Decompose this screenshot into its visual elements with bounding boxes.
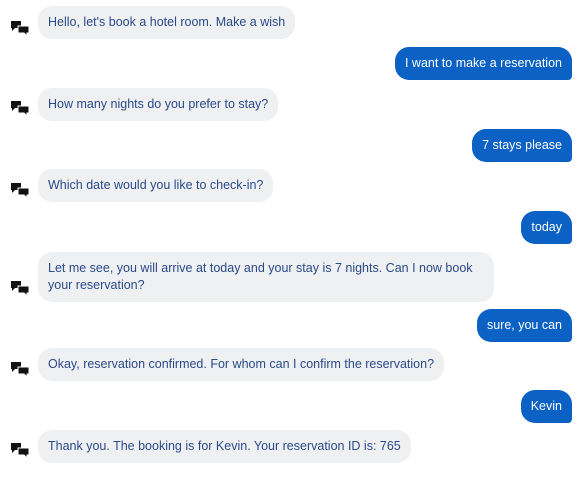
chat-bubbles-icon bbox=[10, 100, 30, 116]
chat-bubbles-icon bbox=[10, 361, 30, 377]
bot-message: Let me see, you will arrive at today and… bbox=[38, 252, 494, 302]
bot-message: Hello, let's book a hotel room. Make a w… bbox=[38, 6, 296, 39]
bot-message: Which date would you like to check-in? bbox=[38, 169, 274, 202]
chat-bubbles-icon bbox=[10, 280, 30, 296]
user-message: 7 stays please bbox=[472, 129, 572, 162]
chat-bubbles-icon bbox=[10, 442, 30, 458]
bot-message: How many nights do you prefer to stay? bbox=[38, 88, 279, 121]
bot-message: Okay, reservation confirmed. For whom ca… bbox=[38, 348, 445, 381]
chat-bubbles-icon bbox=[10, 182, 30, 198]
chat-transcript: Hello, let's book a hotel room. Make a w… bbox=[0, 0, 580, 500]
user-message: sure, you can bbox=[476, 309, 572, 342]
bot-message: Thank you. The booking is for Kevin. You… bbox=[38, 430, 411, 463]
user-message: today bbox=[521, 211, 572, 244]
chat-bubbles-icon bbox=[10, 20, 30, 36]
user-message: Kevin bbox=[520, 390, 572, 423]
user-message: I want to make a reservation bbox=[394, 47, 572, 80]
